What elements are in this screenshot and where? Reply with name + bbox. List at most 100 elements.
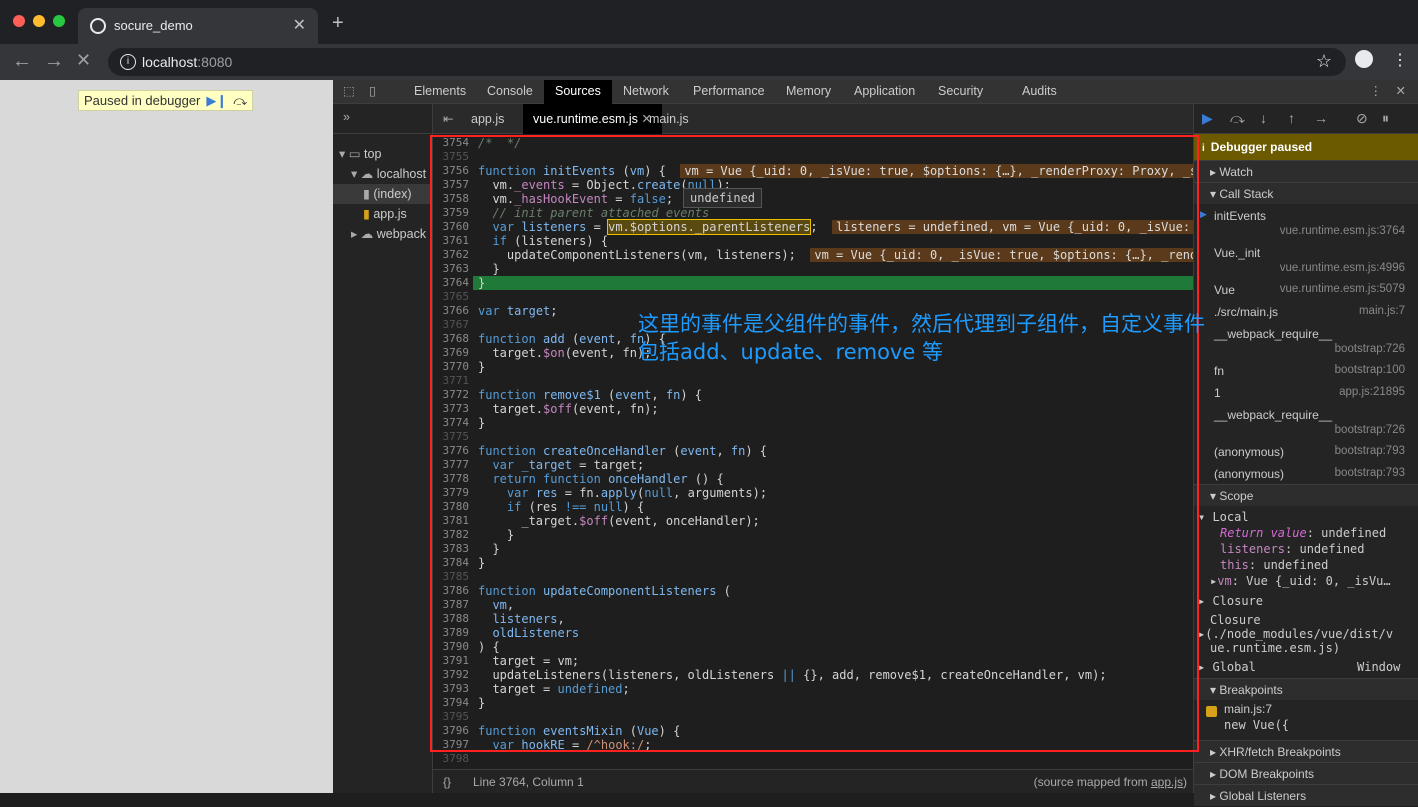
- step-over-icon[interactable]: ⤼: [233, 93, 247, 109]
- call-frame[interactable]: (anonymous) bootstrap:793: [1194, 442, 1418, 464]
- line-number[interactable]: 3773: [433, 402, 471, 416]
- deactivate-breakpoints-icon[interactable]: ⊘: [1356, 110, 1368, 127]
- stop-loading-icon[interactable]: ✕: [76, 50, 91, 71]
- close-devtools-icon[interactable]: ✕: [1396, 83, 1406, 98]
- navigator-item[interactable]: ▾ ▭ top: [333, 144, 432, 164]
- tab-memory[interactable]: Memory: [775, 80, 842, 104]
- call-frame[interactable]: 1 app.js:21895: [1194, 383, 1418, 405]
- tab-performance[interactable]: Performance: [682, 80, 776, 104]
- watch-section[interactable]: ▸ Watch: [1194, 160, 1418, 182]
- line-number[interactable]: 3787: [433, 598, 471, 612]
- line-number[interactable]: 3780: [433, 500, 471, 514]
- line-number[interactable]: 3798: [433, 752, 471, 766]
- navigator-item[interactable]: ▮ (index): [333, 184, 432, 204]
- line-number[interactable]: 3757: [433, 178, 471, 192]
- pretty-print-icon[interactable]: {}: [443, 775, 451, 789]
- line-number[interactable]: 3778: [433, 472, 471, 486]
- pause-on-exceptions-icon[interactable]: ⏸: [1382, 110, 1389, 127]
- file-tab[interactable]: main.js: [639, 104, 699, 134]
- line-number[interactable]: 3796: [433, 724, 471, 738]
- scope-vm[interactable]: ▸vm: Vue {_uid: 0, _isVu…: [1210, 574, 1391, 588]
- line-number[interactable]: 3783: [433, 542, 471, 556]
- line-number[interactable]: 3755: [433, 150, 471, 164]
- line-number[interactable]: 3790: [433, 640, 471, 654]
- navigator-item[interactable]: ▾ ☁ localhost: [333, 164, 432, 184]
- line-number[interactable]: 3768: [433, 332, 471, 346]
- line-number[interactable]: 3794: [433, 696, 471, 710]
- call-frame[interactable]: (anonymous) bootstrap:793: [1194, 464, 1418, 486]
- devtools-menu-icon[interactable]: ⋮: [1370, 83, 1383, 98]
- line-number[interactable]: 3784: [433, 556, 471, 570]
- address-bar[interactable]: i localhost:8080 ☆: [108, 48, 1346, 76]
- line-number[interactable]: 3762: [433, 248, 471, 262]
- dom-breakpoints-section[interactable]: ▸ DOM Breakpoints: [1194, 762, 1418, 784]
- line-number[interactable]: 3754: [433, 136, 471, 150]
- resume-icon[interactable]: ▶: [1202, 110, 1213, 127]
- tab-application[interactable]: Application: [843, 80, 926, 104]
- file-tab[interactable]: app.js: [461, 104, 514, 134]
- local-scope[interactable]: ▾ Local: [1198, 510, 1249, 524]
- call-frame[interactable]: __webpack_require__ bootstrap:726: [1194, 405, 1418, 442]
- call-frame[interactable]: ▶ initEvents vue.runtime.esm.js:3764: [1194, 206, 1418, 243]
- line-number[interactable]: 3777: [433, 458, 471, 472]
- call-stack-section[interactable]: ▾ Call Stack: [1194, 182, 1418, 204]
- line-number[interactable]: 3766: [433, 304, 471, 318]
- line-number[interactable]: 3781: [433, 514, 471, 528]
- line-number[interactable]: 3772: [433, 388, 471, 402]
- call-frame[interactable]: fn bootstrap:100: [1194, 361, 1418, 383]
- line-number[interactable]: 3786: [433, 584, 471, 598]
- closure-scope[interactable]: ▸ Closure: [1198, 594, 1263, 608]
- back-icon[interactable]: ←: [12, 50, 32, 73]
- line-number[interactable]: 3775: [433, 430, 471, 444]
- call-frame[interactable]: Vue vue.runtime.esm.js:5079: [1194, 280, 1418, 302]
- tab-elements[interactable]: Elements: [403, 80, 477, 104]
- line-number[interactable]: 3760: [433, 220, 471, 234]
- xhr-breakpoints-section[interactable]: ▸ XHR/fetch Breakpoints: [1194, 740, 1418, 762]
- breakpoint-file[interactable]: main.js:7: [1224, 702, 1272, 716]
- tab-sources[interactable]: Sources: [544, 80, 612, 104]
- line-number[interactable]: 3793: [433, 682, 471, 696]
- line-number[interactable]: 3758: [433, 192, 471, 206]
- tab-audits[interactable]: Audits: [1011, 80, 1068, 104]
- bookmark-star-icon[interactable]: ☆: [1316, 51, 1332, 72]
- line-number[interactable]: 3764: [433, 276, 471, 290]
- line-number[interactable]: 3765: [433, 290, 471, 304]
- global-scope[interactable]: ▸ Global: [1198, 660, 1256, 674]
- source-map-link[interactable]: app.js: [1151, 775, 1183, 789]
- minimize-window-button[interactable]: [33, 15, 45, 27]
- toggle-navigator-icon[interactable]: ⇤: [443, 111, 453, 126]
- close-window-button[interactable]: [13, 15, 25, 27]
- call-frame[interactable]: __webpack_require__ bootstrap:726: [1194, 324, 1418, 361]
- breakpoints-section[interactable]: ▾ Breakpoints: [1194, 678, 1418, 700]
- line-number[interactable]: 3770: [433, 360, 471, 374]
- close-tab-icon[interactable]: ✕: [293, 15, 306, 35]
- line-number[interactable]: 3769: [433, 346, 471, 360]
- call-frame[interactable]: ./src/main.js main.js:7: [1194, 302, 1418, 324]
- line-number[interactable]: 3761: [433, 234, 471, 248]
- line-number[interactable]: 3763: [433, 262, 471, 276]
- line-number[interactable]: 3791: [433, 654, 471, 668]
- line-number[interactable]: 3767: [433, 318, 471, 332]
- line-number[interactable]: 3779: [433, 486, 471, 500]
- inspect-element-icon[interactable]: ⬚: [343, 83, 355, 98]
- breakpoint-checkbox[interactable]: [1206, 706, 1217, 717]
- profile-avatar-icon[interactable]: [1355, 50, 1373, 68]
- line-number[interactable]: 3774: [433, 416, 471, 430]
- step-out-icon[interactable]: ↑: [1288, 110, 1295, 126]
- step-over-icon[interactable]: ⤼: [1230, 110, 1245, 127]
- navigator-item[interactable]: ▮ app.js: [333, 204, 432, 224]
- line-number[interactable]: 3759: [433, 206, 471, 220]
- navigator-item[interactable]: ▸ ☁ webpack: [333, 224, 432, 244]
- resume-icon[interactable]: ▶❙: [206, 93, 227, 109]
- tab-console[interactable]: Console: [476, 80, 544, 104]
- new-tab-button[interactable]: +: [332, 12, 344, 35]
- line-number[interactable]: 3782: [433, 528, 471, 542]
- line-number[interactable]: 3756: [433, 164, 471, 178]
- device-toolbar-icon[interactable]: ▯: [369, 83, 376, 98]
- site-info-icon[interactable]: i: [120, 54, 136, 70]
- tab-security[interactable]: Security: [927, 80, 994, 104]
- step-icon[interactable]: →: [1314, 110, 1328, 126]
- line-number[interactable]: 3797: [433, 738, 471, 752]
- line-number[interactable]: 3776: [433, 444, 471, 458]
- forward-icon[interactable]: →: [44, 50, 64, 73]
